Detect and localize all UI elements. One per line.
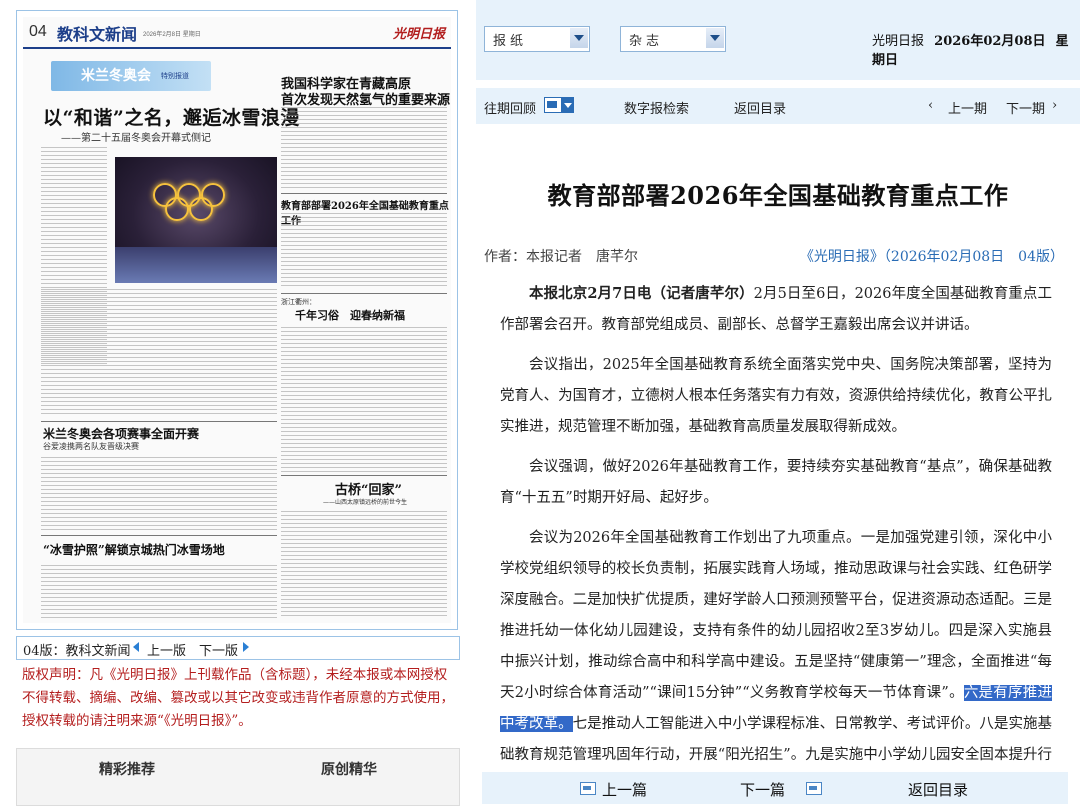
paper-section-title: 教科文新闻 <box>57 25 138 44</box>
issue-date-value: 2026年02月08日 <box>934 34 1046 49</box>
photo-crowd <box>115 247 277 283</box>
banner-title: 米兰冬奥会 <box>81 67 151 83</box>
newspaper-page-pane: 04 教科文新闻 2026年2月8日 星期日 光明日报 米兰冬奥会 特别报道 以… <box>0 0 476 806</box>
story-headline-main[interactable]: 以“和谐”之名，邂逅冰雪浪漫 <box>43 103 300 130</box>
paper-header: 04 教科文新闻 2026年2月8日 星期日 光明日报 <box>23 17 451 49</box>
prev-article-icon[interactable] <box>580 782 596 795</box>
next-page-link[interactable]: 下一版 <box>199 640 238 659</box>
issue-date: 光明日报 2026年02月08日 星期日 <box>872 30 1080 68</box>
divider <box>281 193 447 194</box>
article-body[interactable]: 本报北京2月7日电（记者唐芊尔）2月5日至6日，2026年度全国基础教育重点工作… <box>500 278 1052 811</box>
olympic-ring-icon <box>165 197 189 221</box>
calendar-icon[interactable] <box>544 97 562 113</box>
paragraph: 会议强调，做好2026年基础教育工作，要持续夯实基础教育“基点”，确保基础教育“… <box>500 459 1052 506</box>
article-bottom-nav: 上一篇 下一篇 返回目录 <box>482 772 1068 804</box>
paper-dateline: 2026年2月8日 星期日 <box>143 32 201 38</box>
article-lead: 本报北京2月7日电（记者唐芊尔） <box>529 285 754 302</box>
divider <box>41 535 277 536</box>
tab-featured[interactable]: 精彩推荐 <box>99 759 155 779</box>
prev-page-link[interactable]: 上一版 <box>147 640 186 659</box>
story-headline-hydrogen-2[interactable]: 首次发现天然氢气的重要来源 <box>281 89 450 108</box>
text-column <box>281 107 447 189</box>
chevron-down-icon[interactable] <box>562 97 574 113</box>
prev-article-link[interactable]: 上一篇 <box>602 779 647 800</box>
divider <box>281 475 447 476</box>
article-author: 作者：本报记者 唐芊尔 <box>484 249 638 265</box>
opening-ceremony-photo[interactable] <box>115 157 277 283</box>
brand-name: 光明日报 <box>872 34 925 49</box>
arrow-left-icon[interactable] <box>133 642 139 652</box>
paragraph: 会议指出，2025年全国基础教育系统全面落实党中央、国务院决策部署，坚持为党育人… <box>500 357 1052 435</box>
magazine-select[interactable]: 杂志 <box>620 26 726 52</box>
newspaper-page: 04 教科文新闻 2026年2月8日 星期日 光明日报 米兰冬奥会 特别报道 以… <box>23 17 451 623</box>
divider <box>281 293 447 294</box>
page-navigation-bar: 04版：教科文新闻 上一版 下一版 <box>16 636 460 660</box>
chevron-down-icon[interactable] <box>570 28 588 48</box>
paragraph: 本报北京2月7日电（记者唐芊尔）2月5日至6日，2026年度全国基础教育重点工作… <box>500 278 1052 341</box>
arrow-right-icon[interactable] <box>243 642 249 652</box>
current-page-label: 04版：教科文新闻 <box>23 644 131 659</box>
article-title: 教育部部署2026年全国基础教育重点工作 <box>547 181 1009 210</box>
archive-link[interactable]: 往期回顾 <box>484 98 536 117</box>
story-headline-ancient-bridge[interactable]: 古桥“回家” <box>335 479 402 498</box>
text-column <box>281 511 447 617</box>
story-headline-ice-passport[interactable]: “冰雪护照”解锁京城热门冰雪场地 <box>43 541 225 558</box>
divider <box>41 421 277 422</box>
text-column <box>41 289 277 415</box>
next-article-link[interactable]: 下一篇 <box>740 779 785 800</box>
paragraph: 会议为2026年全国基础教育工作划出了九项重点。一是加强党建引领，深化中小学校党… <box>500 523 1052 802</box>
next-issue-link[interactable]: 下一期 <box>1006 98 1045 117</box>
banner-subtitle: 特别报道 <box>161 73 189 80</box>
text-column <box>41 457 277 533</box>
article-source[interactable]: 《光明日报》（2026年02月08日 04版） <box>800 246 1064 266</box>
story-subheadline-olympic-events: 谷爱凌携两名队友晋级决赛 <box>43 442 139 451</box>
story-subheadline-ancient-bridge: ——山西太原镇远桥的前世今生 <box>323 499 408 506</box>
prev-issue-link[interactable]: 上一期 <box>948 98 987 117</box>
text-column <box>281 213 447 289</box>
top-bar: 报纸 杂志 光明日报 2026年02月08日 星期日 <box>476 0 1080 80</box>
issue-navbar: 往期回顾 数字报检索 返回目录 ‹ 上一期 下一期 › <box>476 88 1080 124</box>
paper-logo: 光明日报 <box>392 27 445 42</box>
olympics-banner[interactable]: 米兰冬奥会 特别报道 <box>51 61 211 91</box>
text-column <box>41 565 277 619</box>
chevron-down-icon[interactable] <box>706 28 724 48</box>
story-subheadline-main: ——第二十五届冬奥会开幕式侧记 <box>61 133 211 144</box>
olympic-ring-icon <box>189 197 213 221</box>
paper-page-number: 04 <box>29 23 47 40</box>
article-pane: 报纸 杂志 光明日报 2026年02月08日 星期日 往期回顾 数字报检索 返回… <box>476 0 1080 804</box>
story-headline-olympic-events[interactable]: 米兰冬奥会各项赛事全面开赛 <box>43 425 199 442</box>
back-to-contents-link[interactable]: 返回目录 <box>734 98 786 117</box>
tab-original[interactable]: 原创精华 <box>321 759 377 779</box>
newspaper-page-image[interactable]: 04 教科文新闻 2026年2月8日 星期日 光明日报 米兰冬奥会 特别报道 以… <box>16 10 458 630</box>
paragraph-text: 会议为2026年全国基础教育工作划出了九项重点。一是加强党建引领，深化中小学校党… <box>500 530 1052 701</box>
recommendation-tabs: 精彩推荐 原创精华 <box>16 748 460 806</box>
copyright-notice: 版权声明：凡《光明日报》上刊载作品（含标题），未经本报或本网授权不得转载、摘编、… <box>22 667 454 729</box>
digital-search-link[interactable]: 数字报检索 <box>624 98 689 117</box>
next-article-icon[interactable] <box>806 782 822 795</box>
text-column <box>281 327 447 473</box>
chevron-right-icon[interactable]: › <box>1052 98 1057 113</box>
newspaper-select-value: 报纸 <box>493 34 528 49</box>
magazine-select-value: 杂志 <box>629 34 664 49</box>
back-to-contents-bottom-link[interactable]: 返回目录 <box>908 779 968 800</box>
story-kicker-quzhou: 浙江衢州： <box>281 298 316 306</box>
story-headline-quzhou[interactable]: 千年习俗 迎春纳新福 <box>295 307 405 323</box>
newspaper-select[interactable]: 报纸 <box>484 26 590 52</box>
chevron-left-icon[interactable]: ‹ <box>928 98 933 113</box>
